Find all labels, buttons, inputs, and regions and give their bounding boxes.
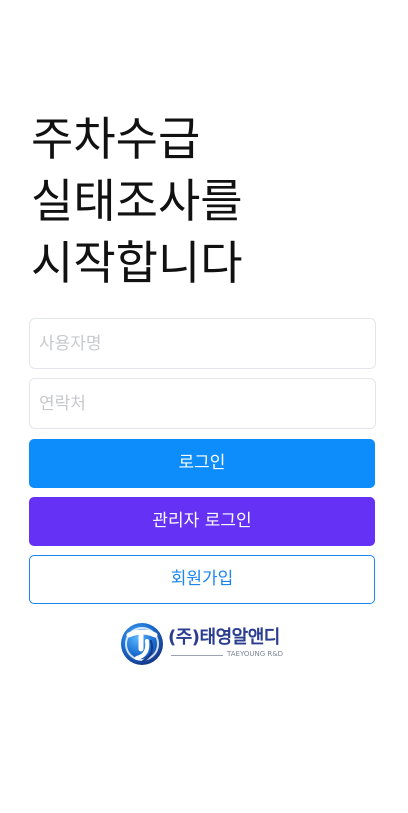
company-logo: (주)태영알앤디 TAEYOUNG R&D (119, 621, 294, 669)
admin-login-button[interactable]: 관리자 로그인 (29, 497, 375, 546)
page-title: 주차수급 실태조사를 시작합니다 (31, 108, 371, 294)
title-line-2: 실태조사를 (31, 174, 243, 228)
logo-divider (171, 655, 223, 656)
contact-input[interactable] (29, 378, 376, 429)
login-button[interactable]: 로그인 (29, 439, 375, 488)
title-line-1: 주차수급 (31, 112, 201, 166)
logo-company-name: (주)태영알앤디 (168, 627, 280, 648)
logo-company-sub: TAEYOUNG R&D (227, 650, 284, 658)
logo-emblem-icon (121, 623, 163, 665)
username-input[interactable] (29, 318, 376, 369)
signup-button[interactable]: 회원가입 (29, 555, 375, 604)
title-line-3: 시작합니다 (31, 236, 243, 290)
